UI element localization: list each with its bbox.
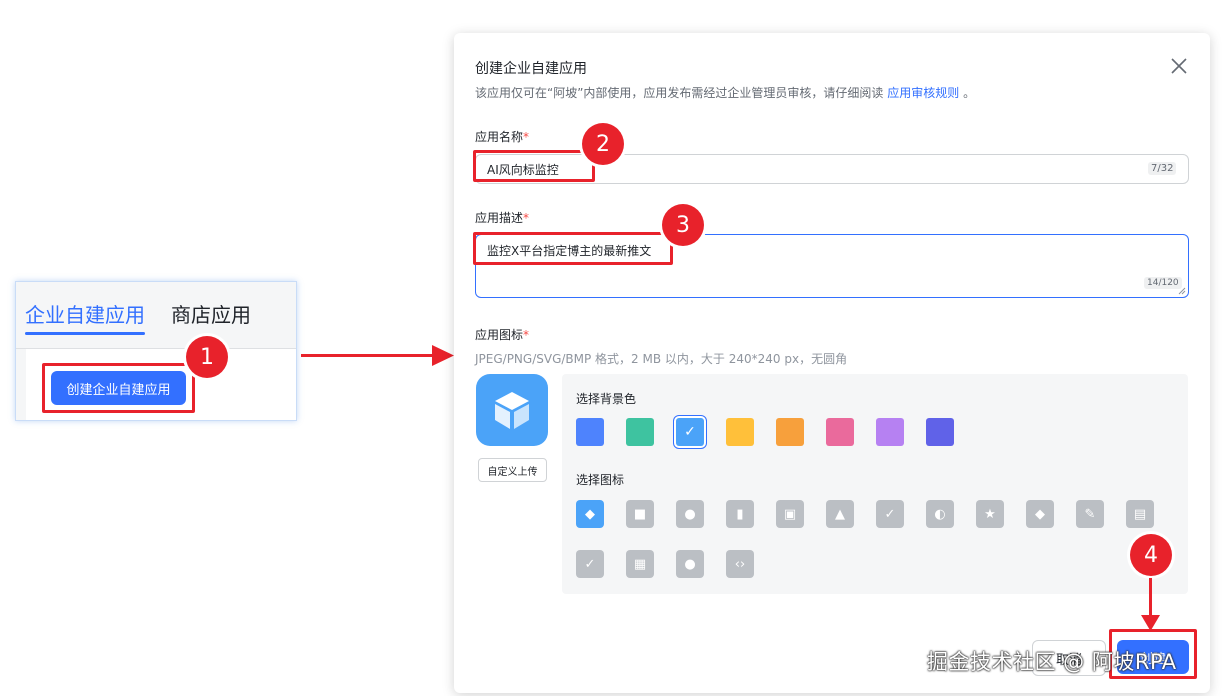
wrench-icon[interactable]: ✎	[1076, 500, 1104, 528]
tab-store-apps[interactable]: 商店应用	[171, 299, 251, 328]
step-badge-3: 3	[662, 204, 704, 246]
code-icon[interactable]: ‹›	[726, 550, 754, 578]
required-mark: *	[523, 130, 530, 144]
file-icon[interactable]: ▤	[1126, 500, 1154, 528]
app-name-label-text: 应用名称	[475, 130, 524, 144]
check-icon: ✓	[684, 424, 696, 440]
tab-enterprise-apps[interactable]: 企业自建应用	[25, 299, 145, 328]
color-swatch-green[interactable]	[626, 418, 654, 446]
icon-format-hint: JPEG/PNG/SVG/BMP 格式，2 MB 以内，大于 240*240 p…	[475, 352, 848, 366]
create-app-dialog: 创建企业自建应用 该应用仅可在“阿坡”内部使用，应用发布需经过企业管理员审核，请…	[454, 33, 1210, 693]
app-desc-label: 应用描述*	[475, 209, 529, 226]
dialog-title: 创建企业自建应用	[475, 61, 587, 77]
app-desc-counter: 14/120	[1144, 277, 1182, 289]
app-icon-label-text: 应用图标	[475, 328, 524, 342]
watermark: 掘金技术社区 @ 阿坡RPA	[927, 650, 1177, 674]
toolbox-icon[interactable]: ▣	[776, 500, 804, 528]
tag-icon[interactable]: ◆	[1026, 500, 1054, 528]
arrow-down-icon	[1141, 615, 1160, 631]
color-swatch-purple[interactable]	[876, 418, 904, 446]
arrow-head-icon	[432, 345, 454, 366]
app-icon-preview	[476, 374, 548, 446]
subtitle-suffix: 。	[963, 86, 976, 100]
bookmark-icon[interactable]: ✓	[876, 500, 904, 528]
moon-icon[interactable]: ◐	[926, 500, 954, 528]
subtitle-text: 该应用仅可在“阿坡”内部使用，应用发布需经过企业管理员审核，请仔细阅读	[475, 86, 884, 100]
resize-handle-icon[interactable]	[1178, 287, 1186, 295]
lightbulb-icon[interactable]: ●	[676, 500, 704, 528]
highlight-box-step2	[473, 150, 595, 182]
robot-icon[interactable]: ■	[626, 500, 654, 528]
document-icon[interactable]: ▮	[726, 500, 754, 528]
color-swatch-pink[interactable]	[826, 418, 854, 446]
required-mark: *	[523, 328, 530, 342]
app-icon-label: 应用图标*	[475, 326, 529, 343]
required-mark: *	[523, 211, 530, 225]
review-rules-link[interactable]: 应用审核规则	[887, 86, 959, 100]
star-icon[interactable]: ★	[976, 500, 1004, 528]
app-name-label: 应用名称*	[475, 128, 529, 145]
cube-icon[interactable]: ◆	[576, 500, 604, 528]
app-desc-label-text: 应用描述	[475, 211, 524, 225]
arrow-line	[301, 354, 441, 357]
color-swatch-orange[interactable]	[776, 418, 804, 446]
people-icon[interactable]: ●	[676, 550, 704, 578]
custom-upload-button[interactable]: 自定义上传	[478, 458, 547, 482]
color-swatch-yellow[interactable]	[726, 418, 754, 446]
highlight-box-step3	[473, 232, 673, 265]
icon-picker: 选择背景色 ✓ 选择图标 ◆ ■ ● ▮ ▣ ▲ ✓ ◐ ★ ◆ ✎ ▤ ✓ ▦	[562, 374, 1188, 594]
close-icon[interactable]	[1168, 55, 1190, 77]
layout-icon[interactable]: ▦	[626, 550, 654, 578]
color-swatch-blue[interactable]	[576, 418, 604, 446]
step-badge-1: 1	[186, 336, 228, 378]
dialog-subtitle: 该应用仅可在“阿坡”内部使用，应用发布需经过企业管理员审核，请仔细阅读 应用审核…	[475, 84, 975, 101]
highlight-box-step1	[42, 363, 195, 413]
cube-icon	[495, 392, 529, 429]
shield-icon[interactable]: ✓	[576, 550, 604, 578]
arrow-down-line	[1149, 578, 1152, 620]
color-swatch-indigo[interactable]	[926, 418, 954, 446]
bell-icon[interactable]: ▲	[826, 500, 854, 528]
bg-color-label: 选择背景色	[576, 392, 637, 406]
icon-select-label: 选择图标	[576, 473, 625, 487]
app-tabs-panel: 企业自建应用 商店应用 创建企业自建应用	[15, 281, 297, 421]
step-badge-4: 4	[1130, 534, 1172, 576]
active-tab-indicator	[25, 332, 145, 335]
color-swatch-lightblue[interactable]: ✓	[676, 418, 704, 446]
step-badge-2: 2	[582, 123, 624, 165]
app-name-counter: 7/32	[1148, 162, 1177, 175]
bg-color-swatches: ✓	[576, 418, 954, 446]
icon-grid: ◆ ■ ● ▮ ▣ ▲ ✓ ◐ ★ ◆ ✎ ▤ ✓ ▦ ● ‹›	[576, 500, 1176, 578]
